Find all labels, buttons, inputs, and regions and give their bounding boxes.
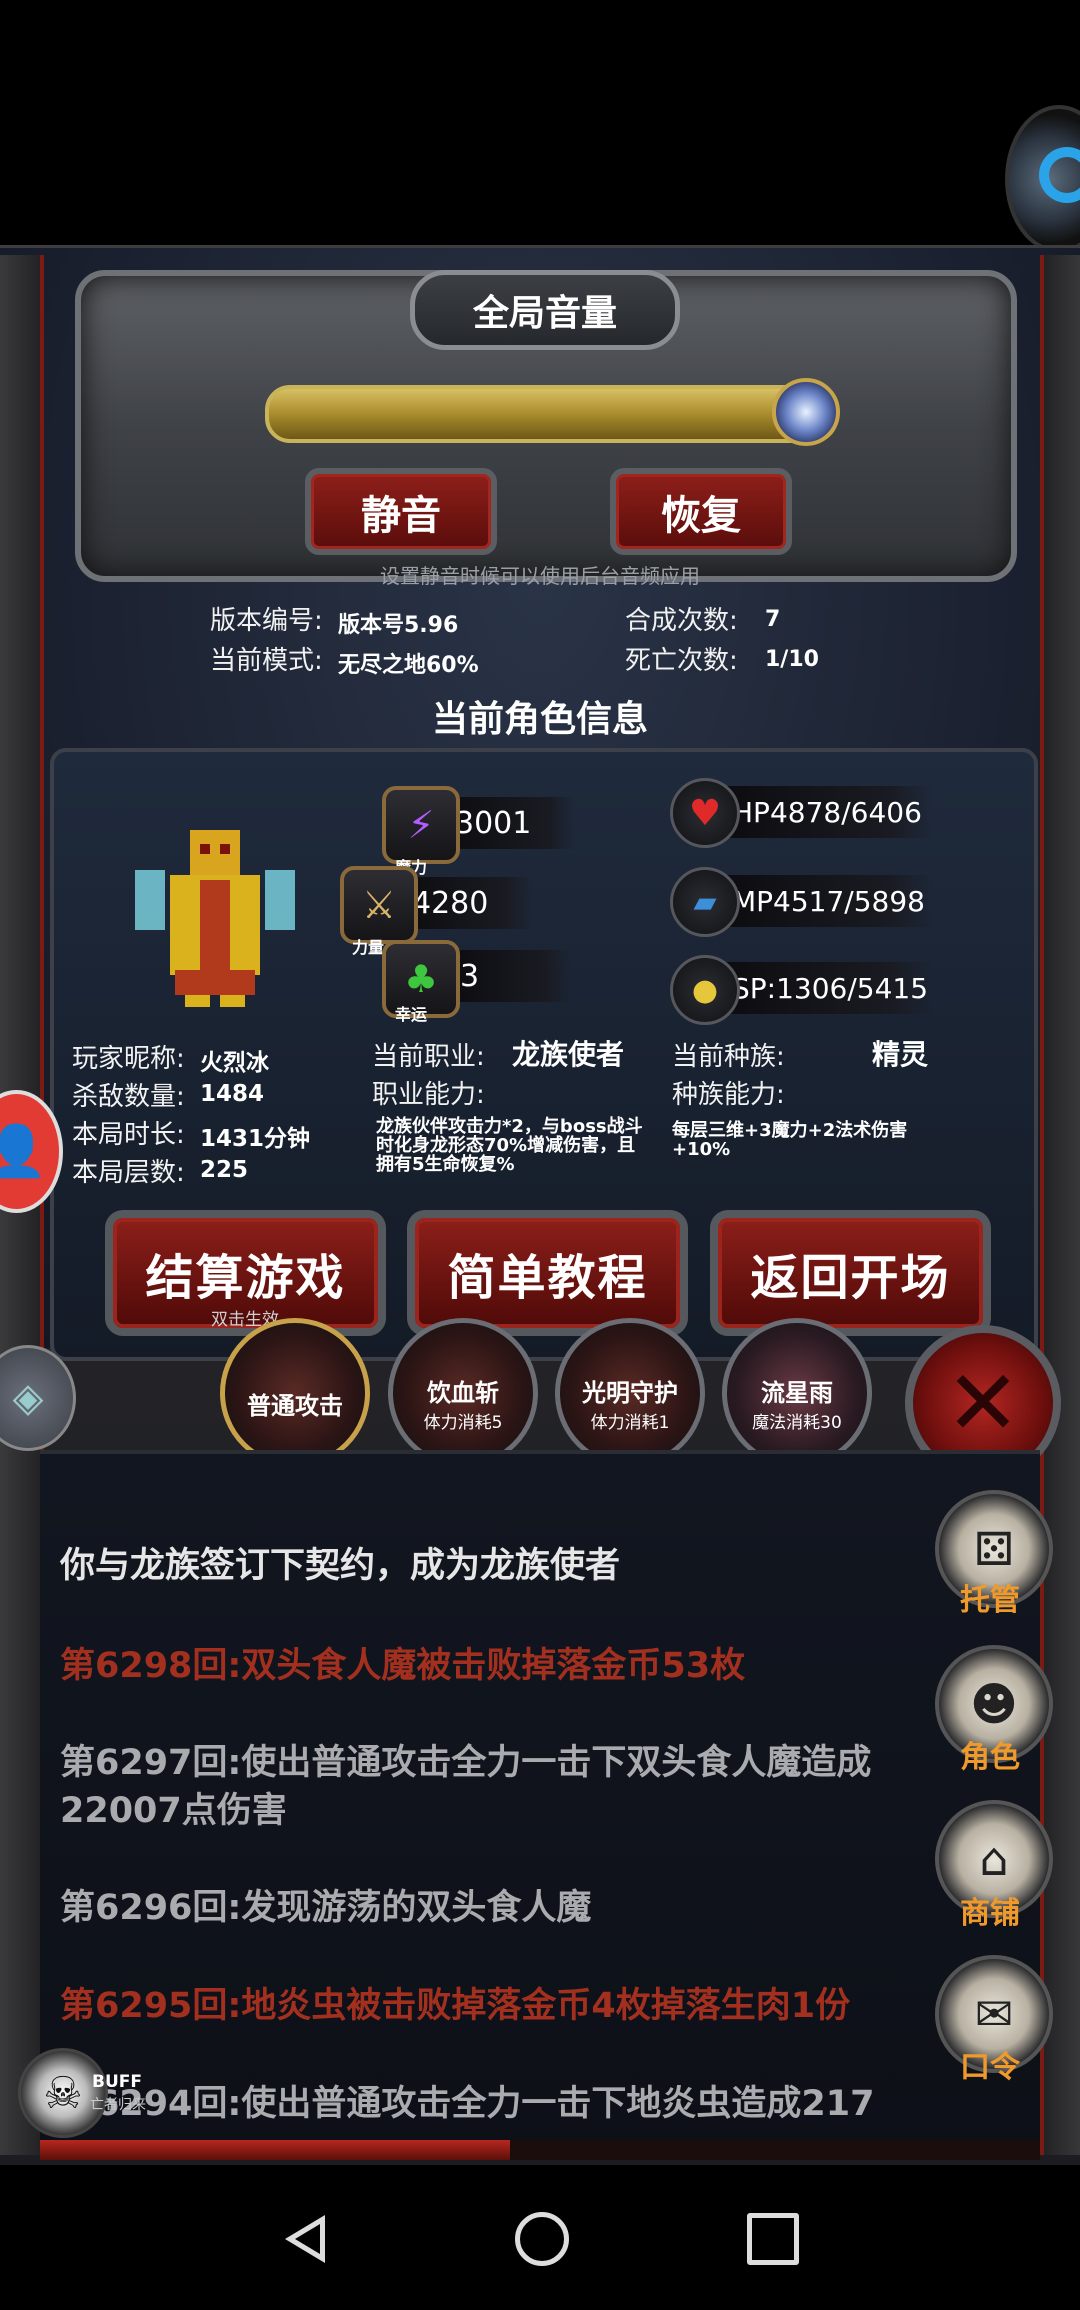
character-avatar — [135, 830, 295, 1007]
skill-name: 饮血斩 — [427, 1379, 499, 1407]
version-value: 版本号5.96 — [338, 613, 459, 638]
skill-blood-slash[interactable]: 饮血斩 体力消耗5 — [388, 1318, 538, 1468]
duration-value: 1431分钟 — [200, 1126, 311, 1152]
kills-label: 杀敌数量: — [72, 1082, 185, 1112]
assistant-ring-icon — [1039, 147, 1080, 203]
character-section-title: 当前角色信息 — [431, 699, 648, 740]
code-label[interactable]: 口令 — [935, 2042, 1045, 2086]
race-label: 当前种族: — [672, 1042, 785, 1072]
log-line: 第6296回:发现游荡的双头食人魔 — [60, 1888, 592, 1928]
nickname-value: 火烈冰 — [200, 1050, 269, 1076]
bottom-progress-fill — [40, 2140, 510, 2160]
mode-label: 当前模式: — [210, 646, 323, 676]
lightning-icon: ⚡ — [382, 786, 460, 864]
death-count-value: 1/10 — [765, 647, 819, 672]
synth-count-value: 7 — [765, 607, 781, 632]
mute-button[interactable]: 静音 — [305, 468, 497, 555]
volume-slider-track[interactable] — [265, 385, 838, 443]
skull-icon[interactable]: ☠ — [18, 2048, 108, 2138]
version-label: 版本编号: — [210, 606, 323, 636]
job-value: 龙族使者 — [512, 1038, 625, 1071]
volume-title: 全局音量 — [410, 270, 680, 350]
strength-value: 4280 — [402, 877, 532, 929]
skill-name: 光明守护 — [582, 1379, 678, 1407]
log-line: 你与龙族签订下契约，成为龙族使者 — [60, 1546, 621, 1586]
nickname-label: 玩家昵称: — [72, 1044, 185, 1074]
race-value: 精灵 — [872, 1038, 929, 1071]
skill-cost: 体力消耗5 — [423, 1413, 503, 1433]
death-count-label: 死亡次数: — [625, 646, 738, 676]
floating-assistant-button[interactable] — [1005, 105, 1080, 253]
skill-name: 流星雨 — [761, 1379, 833, 1407]
mode-value: 无尽之地60% — [338, 653, 479, 678]
boot-icon: ▰ — [670, 867, 740, 937]
mp-value: MP4517/5898 — [722, 875, 932, 927]
luck-value: 3 — [450, 950, 570, 1002]
race-ability-desc: 每层三维+3魔力+2法术伤害+10% — [672, 1120, 908, 1160]
hp-value: HP4878/6406 — [722, 786, 932, 838]
skill-meteor-rain[interactable]: 流星雨 魔法消耗30 — [722, 1318, 872, 1468]
heart-icon: ♥ — [670, 778, 740, 848]
log-line: 第6298回:双头食人魔被击败掉落金币53枚 — [60, 1646, 746, 1686]
auto-play-label[interactable]: 托管 — [935, 1575, 1045, 1619]
skill-name: 普通攻击 — [247, 1391, 343, 1420]
buff-label: BUFF — [92, 2072, 142, 2092]
kills-value: 1484 — [200, 1081, 265, 1107]
luck-label: 幸运 — [395, 1005, 428, 1024]
synth-count-label: 合成次数: — [625, 606, 738, 636]
magic-value: 3001 — [445, 797, 575, 849]
shop-label[interactable]: 商铺 — [935, 1888, 1045, 1932]
sword-icon: ⚔ — [340, 866, 418, 944]
log-line: 第6297回:使出普通攻击全力一击下双头食人魔造成22007点伤害 — [60, 1743, 872, 1831]
muscle-icon: ● — [670, 955, 740, 1025]
tutorial-button[interactable]: 简单教程 — [407, 1210, 688, 1336]
buff-name: 亡者归来 — [90, 2097, 146, 2113]
floor-value: 225 — [200, 1157, 249, 1183]
skill-cost: 魔法消耗30 — [752, 1413, 842, 1433]
job-label: 当前职业: — [372, 1042, 485, 1072]
close-icon: ✕ — [945, 1350, 1021, 1456]
volume-slider-knob[interactable] — [771, 378, 840, 446]
role-label[interactable]: 角色 — [935, 1732, 1045, 1776]
home-icon[interactable] — [515, 2212, 569, 2266]
skill-light-guard[interactable]: 光明守护 体力消耗1 — [555, 1318, 705, 1468]
job-ability-desc: 龙族伙伴攻击力*2，与boss战斗时化身龙形态70%增减伤害，且拥有5生命恢复% — [376, 1116, 643, 1175]
floor-label: 本局层数: — [72, 1158, 185, 1188]
job-ability-label: 职业能力: — [372, 1080, 485, 1110]
log-line: 第6294回:使出普通攻击全力一击下地炎虫造成217 — [60, 2084, 875, 2124]
race-ability-label: 种族能力: — [672, 1080, 785, 1110]
recent-apps-icon[interactable] — [747, 2213, 799, 2265]
back-icon-inner — [295, 2224, 320, 2254]
log-line: 第6295回:地炎虫被击败掉落金币4枚掉落生肉1份 — [60, 1986, 851, 2026]
sp-value: SP:1306/5415 — [722, 962, 932, 1014]
strength-label: 力量 — [352, 938, 385, 957]
skill-normal-attack[interactable]: 普通攻击 — [220, 1318, 370, 1468]
duration-label: 本局时长: — [72, 1120, 185, 1150]
volume-hint: 设置静音时候可以使用后台音频应用 — [380, 564, 700, 588]
return-start-button[interactable]: 返回开场 — [710, 1210, 991, 1336]
skill-cost: 体力消耗1 — [590, 1413, 670, 1433]
restore-button[interactable]: 恢复 — [610, 468, 792, 555]
